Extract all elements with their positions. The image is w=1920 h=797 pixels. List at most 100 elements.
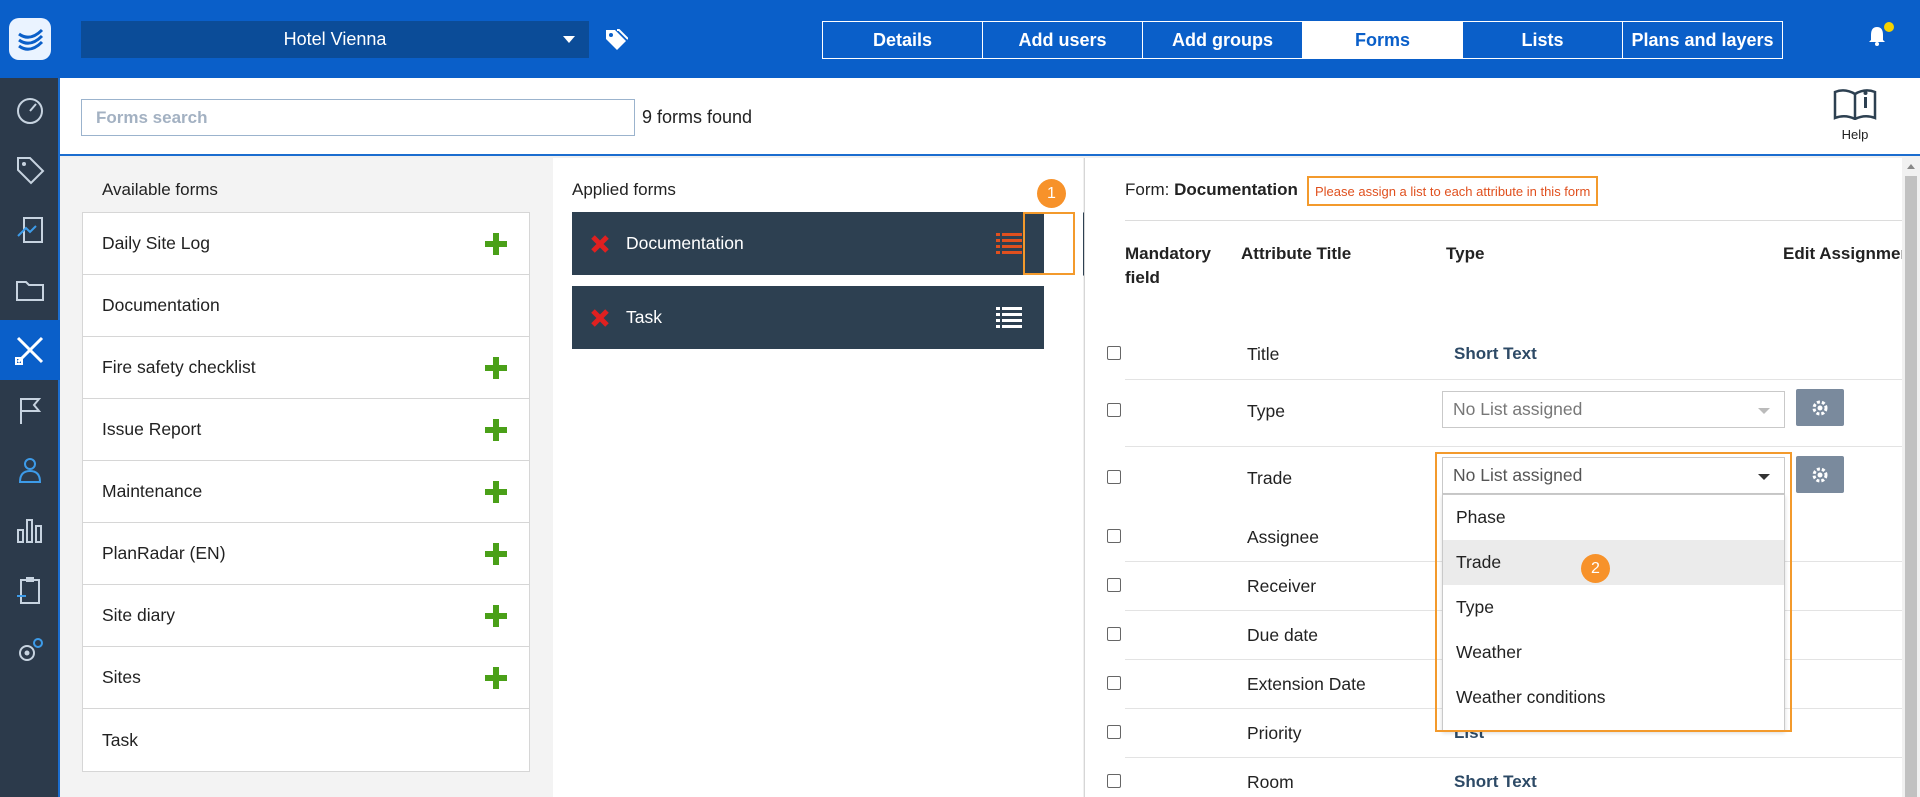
tab-details[interactable]: Details xyxy=(823,22,983,58)
top-header: Hotel Vienna Details Add users Add group… xyxy=(60,0,1920,78)
user-icon[interactable] xyxy=(0,440,60,500)
mandatory-checkbox[interactable] xyxy=(1107,403,1121,417)
tab-add-users[interactable]: Add users xyxy=(983,22,1143,58)
add-icon[interactable] xyxy=(485,357,507,379)
attribute-title: Due date xyxy=(1247,625,1319,645)
list-item[interactable]: Fire safety checklist xyxy=(83,337,529,399)
column-header-type: Type xyxy=(1446,244,1485,263)
available-forms-title: Available forms xyxy=(102,180,218,199)
chevron-down-icon xyxy=(563,36,575,43)
list-item[interactable]: Maintenance xyxy=(83,461,529,523)
edit-assignment-button[interactable] xyxy=(1796,456,1844,493)
book-icon xyxy=(1833,89,1877,121)
step-badge: 1 xyxy=(1037,179,1066,208)
folder-icon[interactable] xyxy=(0,260,60,320)
attribute-title: Title xyxy=(1247,344,1280,364)
form-name: Documentation xyxy=(1174,180,1298,199)
remove-icon[interactable] xyxy=(590,308,610,333)
forms-search-bar: 9 forms found Help xyxy=(60,78,1920,156)
gear-icon xyxy=(1812,400,1828,415)
attribute-title: Trade xyxy=(1247,468,1293,488)
tab-lists[interactable]: Lists xyxy=(1463,22,1623,58)
form-label: Maintenance xyxy=(102,481,203,501)
applied-form-task[interactable]: Task xyxy=(572,286,1044,349)
list-item[interactable]: PlanRadar (EN) xyxy=(83,523,529,585)
list-item[interactable]: Issue Report xyxy=(83,399,529,461)
mandatory-checkbox[interactable] xyxy=(1107,774,1121,788)
add-icon[interactable] xyxy=(485,233,507,255)
attribute-title: Room xyxy=(1247,772,1294,792)
list-item[interactable]: Daily Site Log xyxy=(83,213,529,275)
statistics-icon[interactable] xyxy=(0,500,60,560)
edit-assignment-button[interactable] xyxy=(1796,389,1844,426)
form-label: Fire safety checklist xyxy=(102,357,256,377)
remove-icon[interactable] xyxy=(590,234,610,259)
scroll-up-icon[interactable] xyxy=(1907,164,1915,169)
settings-icon[interactable] xyxy=(0,620,60,680)
scrollbar-thumb[interactable] xyxy=(1905,176,1917,797)
flag-icon[interactable] xyxy=(0,380,60,440)
available-forms-panel: Available forms Daily Site Log Documenta… xyxy=(60,158,553,797)
list-icon[interactable] xyxy=(996,306,1022,333)
mandatory-checkbox[interactable] xyxy=(1107,578,1121,592)
row-divider xyxy=(1125,446,1905,447)
highlight-box xyxy=(1435,452,1792,732)
help-label: Help xyxy=(1841,127,1869,142)
available-forms-list: Daily Site Log Documentation Fire safety… xyxy=(82,212,530,772)
step-badge: 2 xyxy=(1581,554,1610,583)
list-item[interactable]: Task xyxy=(83,709,529,771)
project-settings-icon[interactable] xyxy=(0,320,60,380)
attribute-type: Short Text xyxy=(1454,772,1537,791)
list-select-value: No List assigned xyxy=(1453,399,1583,419)
notification-dot xyxy=(1884,22,1894,32)
applied-form-documentation[interactable]: Documentation xyxy=(572,212,1044,275)
attribute-title: Priority xyxy=(1247,723,1302,743)
applied-form-label: Documentation xyxy=(626,233,744,253)
attribute-title: Type xyxy=(1247,401,1285,421)
tab-forms[interactable]: Forms xyxy=(1303,22,1463,58)
add-icon[interactable] xyxy=(485,543,507,565)
list-select[interactable]: No List assigned xyxy=(1442,391,1785,428)
mandatory-checkbox[interactable] xyxy=(1107,676,1121,690)
app-logo[interactable] xyxy=(0,0,60,78)
applied-forms-title: Applied forms xyxy=(572,180,676,199)
warning-message: Please assign a list to each attribute i… xyxy=(1307,176,1599,206)
mandatory-checkbox[interactable] xyxy=(1107,470,1121,484)
mandatory-checkbox[interactable] xyxy=(1107,627,1121,641)
form-prefix: Form: xyxy=(1125,180,1170,199)
list-item[interactable]: Site diary xyxy=(83,585,529,647)
project-selector[interactable]: Hotel Vienna xyxy=(81,21,589,58)
tag-icon[interactable] xyxy=(604,28,629,55)
tab-add-groups[interactable]: Add groups xyxy=(1143,22,1303,58)
form-label: Issue Report xyxy=(102,419,202,439)
form-label: Site diary xyxy=(102,605,175,625)
tags-icon[interactable] xyxy=(0,140,60,200)
clipboard-icon[interactable] xyxy=(0,560,60,620)
reports-icon[interactable] xyxy=(0,200,60,260)
mandatory-checkbox[interactable] xyxy=(1107,529,1121,543)
mandatory-checkbox[interactable] xyxy=(1107,346,1121,360)
applied-form-label: Task xyxy=(626,307,662,327)
add-icon[interactable] xyxy=(485,481,507,503)
list-item[interactable]: Sites xyxy=(83,647,529,709)
logo-icon xyxy=(9,18,51,60)
attribute-title: Assignee xyxy=(1247,527,1319,547)
form-label: Documentation xyxy=(102,295,220,315)
forms-count: 9 forms found xyxy=(642,107,753,127)
column-header-attribute-title: Attribute Title xyxy=(1241,244,1352,263)
forms-search-input[interactable] xyxy=(81,99,635,136)
scrollbar[interactable] xyxy=(1902,158,1920,797)
attribute-type: Short Text xyxy=(1454,344,1537,363)
help-button[interactable]: Help xyxy=(1825,88,1885,142)
add-icon[interactable] xyxy=(485,605,507,627)
mandatory-checkbox[interactable] xyxy=(1107,725,1121,739)
add-icon[interactable] xyxy=(485,419,507,441)
list-icon[interactable] xyxy=(996,232,1022,259)
tab-plans-and-layers[interactable]: Plans and layers xyxy=(1623,22,1782,58)
notification-bell-icon[interactable] xyxy=(1868,26,1886,51)
list-item[interactable]: Documentation xyxy=(83,275,529,337)
dashboard-icon[interactable] xyxy=(0,80,60,140)
attribute-title: Receiver xyxy=(1247,576,1317,596)
form-title: Form: Documentation xyxy=(1125,180,1298,200)
add-icon[interactable] xyxy=(485,667,507,689)
